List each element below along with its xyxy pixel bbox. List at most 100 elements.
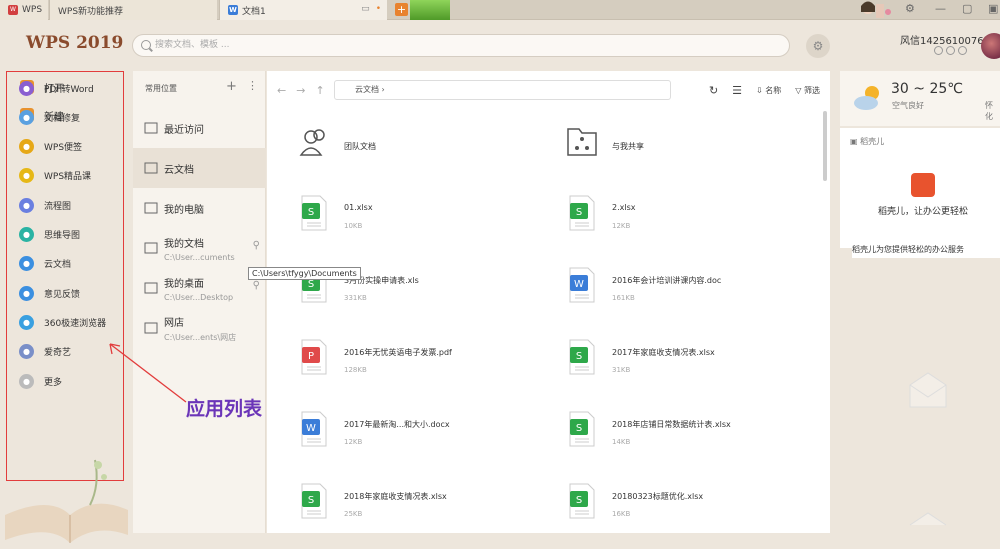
app-item[interactable]: ● 思维导图 (19, 226, 80, 244)
xls-file-icon: S (569, 411, 595, 447)
file-item[interactable]: 与我共享 (567, 121, 827, 181)
shared-folder-icon (567, 128, 597, 156)
location-item[interactable]: 我的电脑 (133, 188, 266, 228)
document-icon (143, 241, 159, 255)
location-header: 常用位置 (145, 84, 177, 93)
right-panel: 30 ~ 25℃ 空气良好 怀化 ▣ 稻壳儿 稻壳儿，让办公更轻松 稻壳儿为您提… (840, 71, 1000, 549)
file-item[interactable]: S 2018年家庭收支情况表.xlsx 25KB (299, 481, 559, 533)
svg-text:W: W (306, 423, 316, 434)
settings-gear-icon[interactable]: ⚙ (806, 34, 830, 58)
writer-doc-icon: W (228, 5, 238, 15)
list-view-icon[interactable]: ☰ (732, 84, 742, 97)
location-panel: 常用位置 + ⋮ 最近访问 云文档 我的电脑 我的文档 C:\User...cument… (133, 71, 266, 533)
app-icon: ● (19, 139, 34, 155)
skin-icon[interactable]: ⚙ (905, 2, 915, 15)
weather-widget[interactable]: 30 ~ 25℃ 空气良好 怀化 (840, 71, 1000, 126)
file-item[interactable]: S 2018年店铺日常数据统计表.xlsx 14KB (567, 409, 827, 469)
file-item[interactable]: W 2016年会计培训讲课内容.doc 161KB (567, 265, 827, 325)
back-arrow-icon[interactable]: ← (277, 84, 286, 97)
cloud-icon (143, 161, 159, 175)
pdf-file-icon: P (301, 339, 327, 375)
search-input[interactable]: 搜索文档、模板 ... (132, 34, 790, 57)
app-item[interactable]: ● 流程图 (19, 196, 71, 214)
app-item[interactable]: ● 意见反馈 (19, 284, 80, 302)
tab-document[interactable]: W 文档1 ▭ • (219, 0, 387, 20)
team-icon (299, 129, 325, 156)
refresh-icon[interactable]: ↻ (709, 84, 718, 97)
book-illustration (5, 459, 128, 543)
maximize-icon[interactable]: ▢ (962, 2, 972, 15)
user-badges (934, 46, 967, 55)
daoke-logo-icon (911, 173, 935, 197)
computer-icon (143, 201, 159, 215)
badge-icon (946, 46, 955, 55)
file-grid: 团队文档 与我共享 S 01.xlsx 10KB S 2.xlsx 12KB S 3月份实操申请表… (267, 111, 830, 533)
app-icon: ● (19, 373, 34, 389)
xls-file-icon: S (569, 483, 595, 519)
theme-thumbnail[interactable] (410, 0, 450, 20)
scrollbar[interactable] (823, 111, 827, 181)
daoke-card[interactable]: ▣ 稻壳儿 稻壳儿，让办公更轻松 稻壳儿为您提供轻松的办公服务 (840, 128, 1000, 258)
pin-icon[interactable]: ⚲ (253, 280, 260, 291)
pin-icon[interactable]: ⚲ (253, 240, 260, 251)
more-vertical-icon[interactable]: ⋮ (247, 79, 258, 92)
svg-text:S: S (308, 207, 314, 218)
search-icon (141, 40, 151, 50)
sort-button[interactable]: ⇩ 名称 (756, 85, 781, 96)
app-item[interactable]: ● 更多 (19, 372, 62, 390)
dot-icon[interactable]: • (376, 4, 381, 14)
app-item[interactable]: ● 云文档 (19, 255, 71, 273)
xls-file-icon: S (301, 483, 327, 519)
annotation-label: 应用列表 (186, 398, 263, 420)
avatar[interactable] (981, 33, 1000, 59)
mail-decor-icon (909, 372, 947, 408)
decor-illustration (861, 1, 891, 18)
app-item[interactable]: ● 爱奇艺 (19, 343, 71, 361)
file-item[interactable]: S 20180323标题优化.xlsx 16KB (567, 481, 827, 533)
app-item[interactable]: ● 文档修复 (19, 108, 80, 126)
app-item[interactable]: ● WPS精品课 (19, 167, 91, 185)
location-item[interactable]: 最近访问 (133, 108, 266, 148)
file-item[interactable]: S 2.xlsx 12KB (567, 193, 827, 253)
file-item[interactable]: S 01.xlsx 10KB (299, 193, 559, 253)
file-item[interactable]: S 2017年家庭收支情况表.xlsx 31KB (567, 337, 827, 397)
location-item[interactable]: 我的桌面 C:\User...Desktop ⚲ (133, 268, 266, 308)
add-tab-button[interactable]: + (395, 3, 408, 16)
restore-icon[interactable]: ▣ (988, 2, 998, 15)
app-item[interactable]: ● PDF转Word (19, 79, 94, 97)
app-icon: ● (19, 109, 34, 125)
file-item[interactable]: P 2016年无忧英语电子发票.pdf 128KB (299, 337, 559, 397)
app-item[interactable]: ● 360极速浏览器 (19, 313, 106, 331)
file-item[interactable]: 团队文档 (299, 121, 559, 181)
svg-text:S: S (308, 495, 314, 506)
app-icon: ● (19, 168, 34, 184)
doc-file-icon: W (569, 267, 595, 303)
clock-icon (143, 121, 159, 135)
daoke-header: ▣ 稻壳儿 (850, 137, 885, 146)
monitor-icon[interactable]: ▭ (361, 4, 370, 14)
filter-button[interactable]: ▽ 筛选 (795, 85, 820, 96)
app-item[interactable]: ● WPS便签 (19, 138, 82, 156)
location-item[interactable]: 我的文档 C:\User...cuments ⚲ (133, 228, 266, 268)
up-arrow-icon[interactable]: ↑ (315, 84, 324, 97)
app-icon: ● (19, 256, 34, 272)
minimize-icon[interactable]: — (935, 2, 946, 15)
app-icon: ● (19, 344, 34, 360)
xls-file-icon: S (569, 195, 595, 231)
location-item[interactable]: 云文档 (133, 148, 266, 188)
brand-logo: WPS 2019 (26, 33, 124, 53)
app-icon: ● (19, 314, 34, 330)
tab-new-features[interactable]: WPS新功能推荐 (49, 0, 217, 20)
svg-text:W: W (574, 279, 584, 290)
forward-arrow-icon[interactable]: → (296, 84, 305, 97)
xls-file-icon: S (569, 339, 595, 375)
svg-text:P: P (308, 351, 314, 362)
breadcrumb[interactable]: 云文档 › (334, 80, 671, 100)
add-location-icon[interactable]: + (226, 79, 237, 94)
desktop-icon (143, 281, 159, 295)
xls-file-icon: S (301, 195, 327, 231)
username[interactable]: 风信1425610076 (900, 32, 984, 47)
tab-wps[interactable]: W WPS (0, 0, 48, 20)
file-item[interactable]: W 2017年最新淘...和大小.docx 12KB (299, 409, 559, 469)
app-icon: ● (19, 80, 34, 96)
